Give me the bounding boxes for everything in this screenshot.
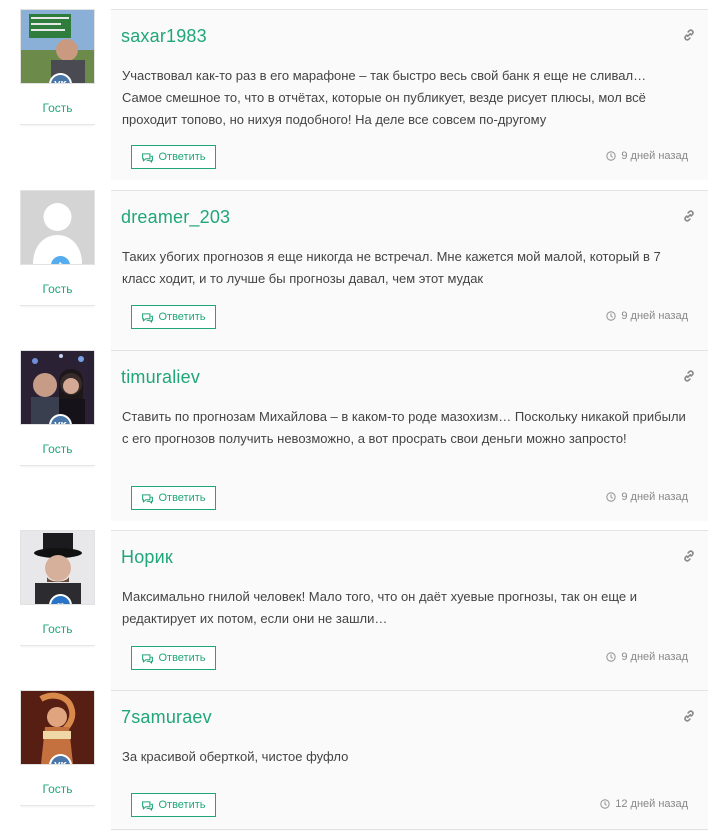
comment-text: За красивой оберткой, чистое фуфло: [122, 749, 349, 764]
avatar[interactable]: VK: [20, 350, 95, 425]
avatar-column: t Гость: [20, 190, 95, 306]
link-icon[interactable]: [682, 549, 696, 563]
link-icon[interactable]: [682, 209, 696, 223]
comment-time: 9 дней назад: [606, 491, 688, 503]
avatar-column: VK Гость: [20, 9, 95, 125]
reply-label: Ответить: [158, 311, 206, 323]
comment-author[interactable]: Норик: [121, 547, 173, 568]
avatar[interactable]: t: [20, 190, 95, 265]
reply-label: Ответить: [158, 492, 206, 504]
clock-icon: [606, 151, 617, 161]
user-role: Гость: [20, 442, 95, 466]
comment-time: 9 дней назад: [606, 150, 688, 162]
comment-time: 9 дней назад: [606, 310, 688, 322]
reply-label: Ответить: [158, 652, 206, 664]
comment-text: Ставить по прогнозам Михайлова – в каком…: [122, 409, 686, 446]
avatar[interactable]: VK: [20, 9, 95, 84]
avatar[interactable]: VK: [20, 690, 95, 765]
reply-icon: [142, 312, 154, 323]
link-icon[interactable]: [682, 28, 696, 42]
comment-time: 12 дней назад: [600, 798, 688, 810]
comment-author[interactable]: dreamer_203: [121, 207, 230, 228]
reply-icon: [142, 152, 154, 163]
user-role: Гость: [20, 622, 95, 646]
reply-label: Ответить: [158, 151, 206, 163]
comment-text: Участвовал как-то раз в его марафоне – т…: [122, 68, 647, 127]
reply-button[interactable]: Ответить: [131, 646, 216, 670]
link-icon[interactable]: [682, 369, 696, 383]
time-label: 9 дней назад: [621, 150, 688, 162]
clock-icon: [600, 799, 610, 809]
user-role: Гость: [20, 101, 95, 125]
comment-author[interactable]: 7samuraev: [121, 707, 212, 728]
reply-button[interactable]: Ответить: [131, 305, 216, 329]
reply-icon: [142, 800, 154, 811]
reply-icon: [142, 493, 154, 504]
comment-author[interactable]: saxar1983: [121, 26, 207, 47]
reply-icon: [142, 653, 154, 664]
user-role: Гость: [20, 782, 95, 806]
comment-card: 7samuraev За красивой оберткой, чистое ф…: [111, 690, 708, 831]
comment-card: saxar1983 Участвовал как-то раз в его ма…: [111, 9, 708, 180]
time-label: 9 дней назад: [621, 310, 688, 322]
time-label: 9 дней назад: [621, 651, 688, 663]
comment-card: timuraliev Ставить по прогнозам Михайлов…: [111, 350, 708, 521]
comment-time: 9 дней назад: [606, 651, 688, 663]
reply-button[interactable]: Ответить: [131, 793, 216, 817]
comment-card: Норик Максимально гнилой человек! Мало т…: [111, 530, 708, 691]
avatar-column: ✉ Гость: [20, 530, 95, 646]
reply-label: Ответить: [158, 799, 206, 811]
comment-text: Максимально гнилой человек! Мало того, ч…: [122, 589, 638, 626]
link-icon[interactable]: [682, 709, 696, 723]
avatar-column: VK Гость: [20, 350, 95, 466]
time-label: 12 дней назад: [615, 798, 688, 810]
user-role: Гость: [20, 282, 95, 306]
time-label: 9 дней назад: [621, 491, 688, 503]
reply-button[interactable]: Ответить: [131, 486, 216, 510]
comment-card: dreamer_203 Таких убогих прогнозов я еще…: [111, 190, 708, 351]
clock-icon: [606, 492, 617, 502]
comment-text: Таких убогих прогнозов я еще никогда не …: [122, 249, 661, 286]
clock-icon: [606, 652, 617, 662]
clock-icon: [606, 311, 617, 321]
reply-button[interactable]: Ответить: [131, 145, 216, 169]
avatar[interactable]: ✉: [20, 530, 95, 605]
comment-author[interactable]: timuraliev: [121, 367, 200, 388]
divider: [111, 829, 708, 830]
avatar-column: VK Гость: [20, 690, 95, 806]
